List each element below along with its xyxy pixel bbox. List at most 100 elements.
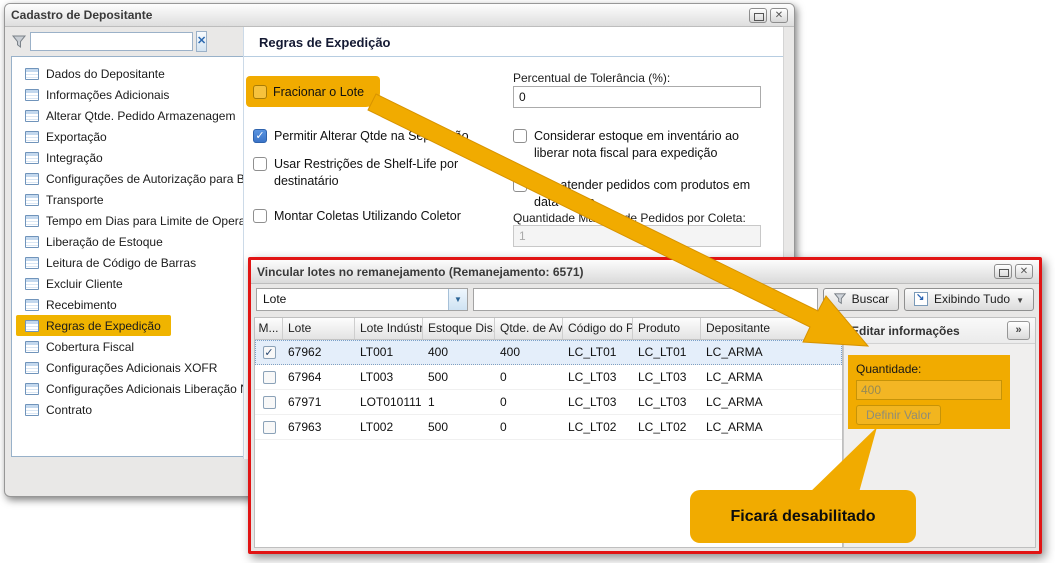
filter-funnel-icon [11,35,27,48]
list-icon [25,298,39,311]
row-checkbox[interactable] [262,395,276,409]
sidebar-item-exportacao[interactable]: Exportação [16,126,117,147]
table-row[interactable]: 67971 LOT010111 1 0 LC_LT03 LC_LT03 LC_A… [255,390,842,415]
close-icon[interactable] [770,7,788,23]
sidebar-item-label: Regras de Expedição [46,318,161,333]
list-icon [25,151,39,164]
data-critica-row: Não atender pedidos com produtos em data… [513,177,761,211]
inventario-checkbox[interactable] [513,129,527,143]
shelf-life-label: Usar Restrições de Shelf-Life por destin… [274,157,459,188]
sidebar-item-config-autorizacao[interactable]: Configurações de Autorização para Bloqu [16,168,244,189]
panel-title: Regras de Expedição [244,27,783,57]
cell-lote: 67971 [288,395,322,409]
sidebar-item-informacoes-adicionais[interactable]: Informações Adicionais [16,84,179,105]
row-checkbox[interactable] [262,345,276,359]
list-icon [25,340,39,353]
dialog-maximize-icon[interactable] [994,264,1012,279]
tolerancia-label: Percentual de Tolerância (%): [513,71,671,85]
sidebar-item-regras-de-expedicao[interactable]: Regras de Expedição [16,315,171,336]
col-header-estoque[interactable]: Estoque Dis... [423,318,495,339]
search-input[interactable] [473,287,818,311]
col-header-marcado[interactable]: M... [255,318,283,339]
editar-informacoes-header: Editar informações » [844,318,1035,344]
cell-produto: LC_LT01 [638,345,687,359]
main-window-titlebar: Cadastro de Depositante [5,4,794,27]
sidebar-item-label: Excluir Cliente [46,276,123,291]
list-icon [25,382,39,395]
sidebar-item-integracao[interactable]: Integração [16,147,113,168]
sidebar-item-label: Dados do Depositante [46,66,165,81]
permitir-alterar-row: Permitir Alterar Qtde na Separação [253,128,498,145]
sidebar-filter-input[interactable] [30,32,193,51]
cell-lote-industria: LT003 [360,370,394,384]
list-icon [25,403,39,416]
list-icon [25,235,39,248]
data-critica-label: Não atender pedidos com produtos em data… [534,178,751,209]
list-icon [25,214,39,227]
sidebar-item-dados-do-depositante[interactable]: Dados do Depositante [16,63,175,84]
col-header-lote[interactable]: Lote [283,318,355,339]
cell-produto: LC_LT03 [638,370,687,384]
cell-qtde-av: 0 [500,370,507,384]
tolerancia-input[interactable] [513,86,761,108]
dialog-title: Vincular lotes no remanejamento (Remanej… [257,264,584,279]
shelf-life-checkbox[interactable] [253,157,267,171]
cell-lote: 67962 [288,345,322,359]
cell-depositante: LC_ARMA [706,370,763,384]
dialog-toolbar: Lote Buscar Exibindo Tudo [251,284,1039,314]
data-critica-checkbox[interactable] [513,178,527,192]
col-header-produto[interactable]: Produto [633,318,701,339]
sidebar-item-leitura-codigo-barras[interactable]: Leitura de Código de Barras [16,252,206,273]
field-selector-dropdown[interactable]: Lote [256,287,468,311]
list-icon [25,88,39,101]
row-checkbox[interactable] [262,420,276,434]
fracionar-lote-label: Fracionar o Lote [273,84,365,99]
cell-codigo: LC_LT02 [568,420,617,434]
montar-coletas-label: Montar Coletas Utilizando Coletor [274,209,461,223]
editar-informacoes-title: Editar informações [851,323,960,338]
quantidade-highlight: Quantidade: Definir Valor [848,355,1010,429]
sidebar-item-contrato[interactable]: Contrato [16,399,102,420]
search-funnel-icon [833,293,846,305]
list-icon [25,172,39,185]
maximize-icon[interactable] [749,7,767,23]
col-header-lote-industria[interactable]: Lote Indústria [355,318,423,339]
table-row[interactable]: 67964 LT003 500 0 LC_LT03 LC_LT03 LC_ARM… [255,365,842,390]
buscar-button[interactable]: Buscar [822,287,899,311]
col-header-qtde-av[interactable]: Qtde. de Av... [495,318,563,339]
sidebar-item-config-liberacao-nf[interactable]: Configurações Adicionais Liberação NF [16,378,244,399]
exibindo-tudo-button[interactable]: Exibindo Tudo [904,287,1034,311]
sidebar-item-alterar-qtde[interactable]: Alterar Qtde. Pedido Armazenagem [16,105,244,126]
quantidade-input [856,380,1002,400]
sidebar-item-liberacao-de-estoque[interactable]: Liberação de Estoque [16,231,173,252]
permitir-alterar-label: Permitir Alterar Qtde na Separação [274,129,469,143]
sidebar-item-label: Recebimento [46,297,117,312]
list-icon [25,67,39,80]
dialog-close-icon[interactable] [1015,264,1033,279]
col-header-codigo[interactable]: Código do P... [563,318,633,339]
table-row[interactable]: 67962 LT001 400 400 LC_LT01 LC_LT01 LC_A… [255,340,842,365]
sidebar-tree: Dados do Depositante Informações Adicion… [11,56,245,457]
cell-qtde-av: 400 [500,345,521,359]
collapse-panel-icon[interactable]: » [1007,321,1030,340]
montar-coletas-checkbox[interactable] [253,209,267,223]
sidebar-item-transporte[interactable]: Transporte [16,189,114,210]
table-row[interactable]: 67963 LT002 500 0 LC_LT02 LC_LT02 LC_ARM… [255,415,842,440]
qtd-pedidos-label: Quantidade Máxima de Pedidos por Coleta: [513,211,746,225]
sidebar-item-tempo-em-dias[interactable]: Tempo em Dias para Limite de Operaçã [16,210,244,231]
sidebar-item-excluir-cliente[interactable]: Excluir Cliente [16,273,133,294]
cell-depositante: LC_ARMA [706,395,763,409]
show-all-icon [914,292,928,306]
cell-lote-industria: LT001 [360,345,394,359]
clear-filter-icon[interactable] [196,31,208,52]
cell-codigo: LC_LT01 [568,345,617,359]
fracionar-lote-checkbox[interactable] [253,84,267,99]
row-checkbox[interactable] [262,370,276,384]
chevron-down-icon [448,288,467,310]
col-header-depositante[interactable]: Depositante [701,318,842,339]
sidebar-item-recebimento[interactable]: Recebimento [16,294,127,315]
callout-bubble: Ficará desabilitado [690,490,916,543]
sidebar-item-config-xofr[interactable]: Configurações Adicionais XOFR [16,357,227,378]
sidebar-item-cobertura-fiscal[interactable]: Cobertura Fiscal [16,336,144,357]
permitir-alterar-checkbox[interactable] [253,129,267,143]
